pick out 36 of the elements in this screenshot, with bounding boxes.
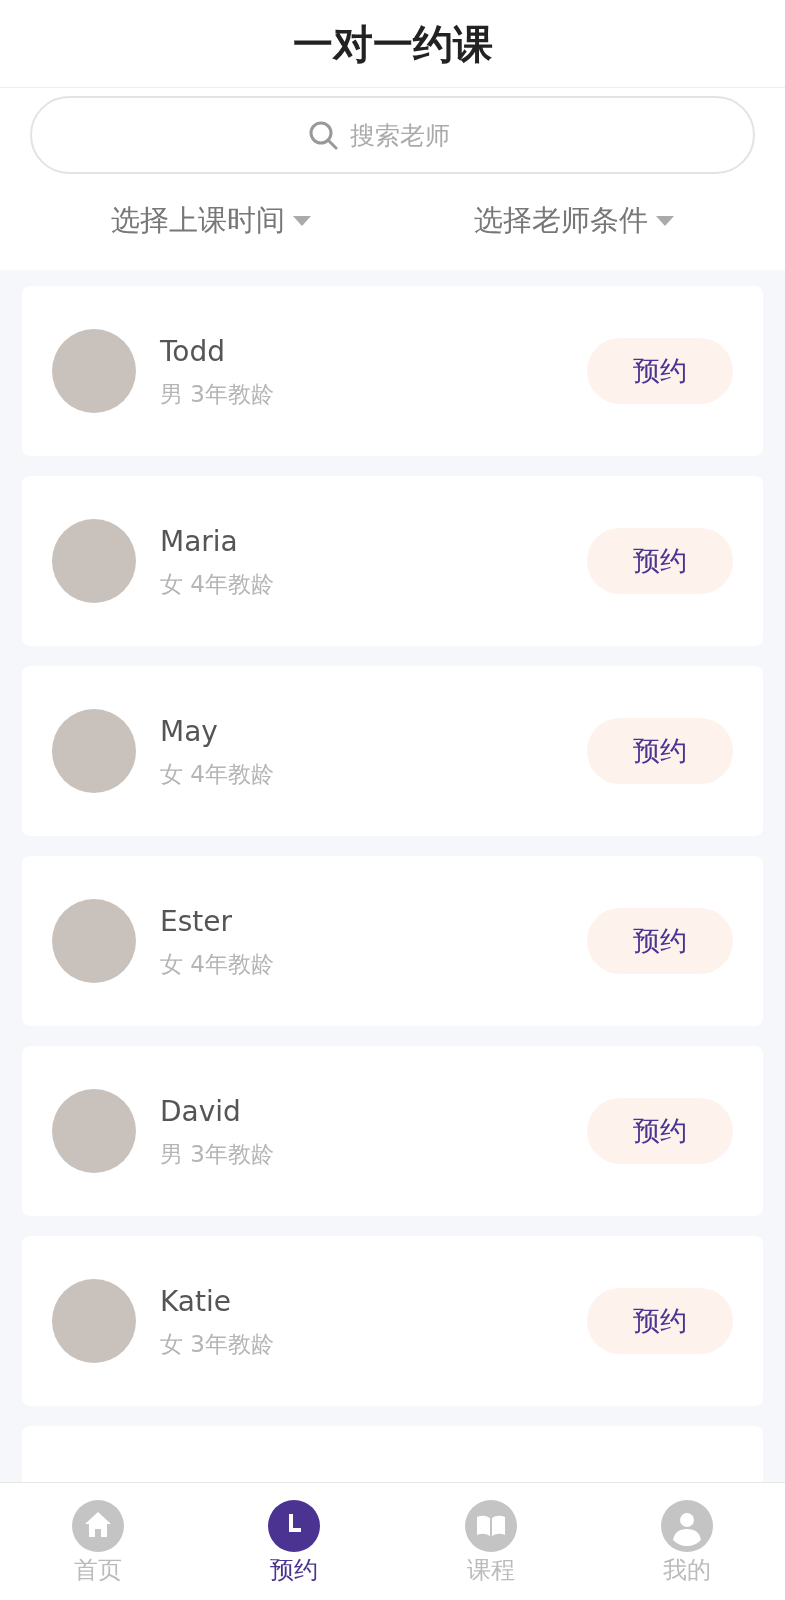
caret-icon [655, 215, 674, 226]
page-title: 一对一约课 [292, 19, 493, 69]
teacher-card[interactable]: Maria 女 4年教龄 预约 [22, 476, 763, 646]
teacher-card[interactable]: Katie 女 3年教龄 预约 [22, 1236, 763, 1406]
teacher-info: 女 4年教龄 [160, 949, 275, 979]
filter-dropdown[interactable]: 选择老师条件 [467, 198, 680, 244]
teacher-name: Ester [160, 903, 233, 940]
search-icon [308, 120, 338, 150]
teacher-info: 男 3年教龄 [160, 379, 275, 409]
book-button[interactable]: 预约 [587, 528, 733, 594]
teacher-info: 男 3年教龄 [160, 1139, 275, 1169]
teacher-name: David [160, 1093, 242, 1130]
teacher-card[interactable]: May 女 4年教龄 预约 [22, 666, 763, 836]
filter-dropdown[interactable]: 选择上课时间 [105, 198, 318, 244]
book-button[interactable]: 预约 [587, 718, 733, 784]
tab-item[interactable]: 预约 [196, 1499, 393, 1600]
home-icon [72, 1500, 125, 1552]
teacher-name: Maria [160, 523, 239, 560]
caret-icon [293, 215, 312, 226]
teacher-card[interactable]: Todd 男 3年教龄 预约 [22, 286, 763, 456]
book-button[interactable]: 预约 [587, 338, 733, 404]
teacher-info: 女 4年教龄 [160, 759, 275, 789]
teacher-info: 女 4年教龄 [160, 569, 275, 599]
teacher-info: 女 3年教龄 [160, 1329, 275, 1359]
teacher-name: May [160, 713, 219, 750]
book-button[interactable]: 预约 [587, 1288, 733, 1354]
teacher-name: Katie [160, 1283, 232, 1320]
book-button[interactable]: 预约 [587, 908, 733, 974]
user-icon [660, 1500, 713, 1552]
teacher-card[interactable]: Ester 女 4年教龄 预约 [22, 856, 763, 1026]
teacher-name: Todd [160, 333, 227, 370]
book-icon [464, 1500, 517, 1552]
search-field[interactable]: 搜索老师 [30, 96, 755, 174]
teacher-card[interactable]: David 男 3年教龄 预约 [22, 1046, 763, 1216]
clock-icon [268, 1500, 321, 1552]
book-button[interactable]: 预约 [587, 1098, 733, 1164]
